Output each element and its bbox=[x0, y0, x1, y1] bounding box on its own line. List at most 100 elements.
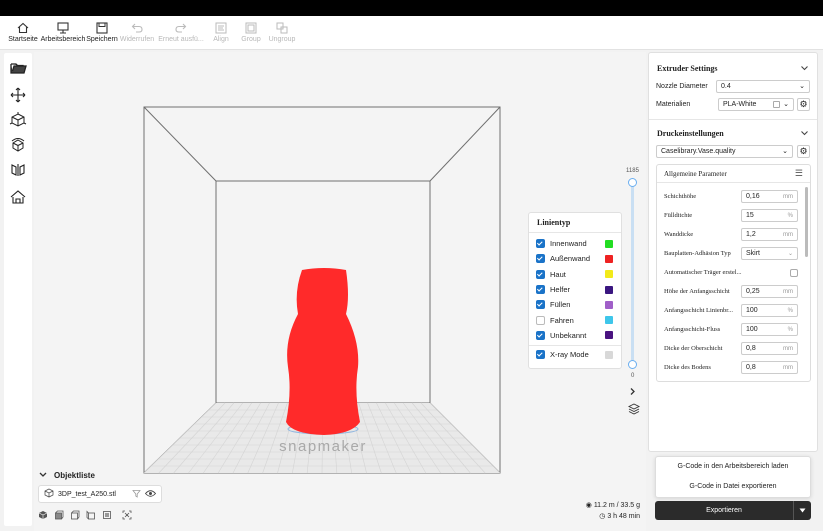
object-list-title: Objektliste bbox=[54, 470, 95, 480]
print-settings-header[interactable]: Druckeinstellungen bbox=[649, 124, 817, 142]
tool-support[interactable] bbox=[7, 187, 29, 209]
parameter-value: 0,8 bbox=[746, 364, 756, 371]
general-parameters-header[interactable]: Allgemeine Parameter ☰ bbox=[657, 165, 810, 183]
parameter-label: Höhe der Anfangsschicht bbox=[664, 288, 730, 295]
tool-open-folder[interactable] bbox=[7, 58, 29, 80]
chevron-down-icon[interactable] bbox=[38, 471, 48, 479]
legend-checkbox[interactable] bbox=[536, 269, 545, 279]
parameter-select[interactable]: Skirt ⌄ bbox=[741, 247, 798, 260]
object-list-header[interactable]: Objektliste bbox=[38, 468, 162, 482]
filter-icon[interactable] bbox=[132, 489, 141, 500]
parameter-row: Schichthöhe 0,16 mm bbox=[657, 187, 810, 206]
load-gcode-to-workspace-item[interactable]: G-Code in den Arbeitsbereich laden bbox=[656, 457, 810, 477]
toolbar-button-home[interactable]: Startseite bbox=[6, 16, 40, 50]
material-color-swatch bbox=[773, 100, 781, 108]
toolbar-button-ungroup[interactable]: Ungroup bbox=[266, 16, 298, 50]
tool-mirror[interactable] bbox=[7, 160, 29, 182]
legend-label: Außenwand bbox=[550, 254, 591, 264]
nozzle-diameter-select[interactable]: 0.4 ⌄ bbox=[716, 79, 810, 93]
parameter-input[interactable]: 0,8 mm bbox=[741, 342, 798, 355]
fit-view-icon[interactable] bbox=[122, 510, 132, 522]
legend-item[interactable]: Unbekannt bbox=[529, 328, 621, 343]
toolbar-button-save[interactable]: Speichern bbox=[86, 16, 118, 50]
legend-label: Fahren bbox=[550, 315, 574, 325]
parameter-input[interactable]: 15% bbox=[741, 209, 798, 222]
parameter-row: Wanddicke 1,2 mm bbox=[657, 225, 810, 244]
legend-item[interactable]: Füllen bbox=[529, 297, 621, 312]
legend-item[interactable]: Fahren bbox=[529, 312, 621, 327]
parameter-label: Füllditchte bbox=[664, 212, 693, 219]
parameter-value: 0,25 bbox=[746, 288, 760, 295]
group-icon bbox=[244, 21, 258, 34]
cube-iso-icon[interactable] bbox=[38, 510, 48, 522]
legend-item[interactable]: Außenwand bbox=[529, 251, 621, 266]
export-gcode-to-file-item[interactable]: G-Code in Datei exportieren bbox=[656, 477, 810, 497]
parameter-checkbox[interactable] bbox=[790, 268, 798, 277]
parameter-row: Höhe der Anfangsschicht 0,25 mm bbox=[657, 282, 810, 301]
legend-checkbox[interactable] bbox=[536, 315, 545, 325]
cube-front-icon[interactable] bbox=[54, 510, 64, 522]
object-list-item[interactable]: 3DP_test_A250.stl bbox=[38, 485, 162, 503]
extruder-settings-header[interactable]: Extruder Settings bbox=[649, 59, 817, 77]
toolbar-button-workspace[interactable]: Arbeitsbereich bbox=[40, 16, 86, 50]
legend-checkbox[interactable] bbox=[536, 254, 545, 264]
legend-item[interactable]: Helfer bbox=[529, 282, 621, 297]
parameter-value: 100 bbox=[746, 326, 758, 333]
layer-slider-upper-handle[interactable] bbox=[628, 178, 637, 187]
legend-item[interactable]: Haut bbox=[529, 267, 621, 282]
parameter-input[interactable]: 100% bbox=[741, 323, 798, 336]
xray-mode-toggle[interactable]: X-ray Mode bbox=[529, 347, 621, 362]
tool-move[interactable] bbox=[7, 85, 29, 107]
tool-scale[interactable] bbox=[7, 110, 29, 132]
cube-icon bbox=[44, 488, 54, 500]
parameter-input[interactable]: 0,25 mm bbox=[741, 285, 798, 298]
chevron-down-icon[interactable] bbox=[800, 65, 809, 72]
toolbar-button-align[interactable]: Align bbox=[206, 16, 236, 50]
export-dropdown-toggle[interactable] bbox=[793, 501, 811, 520]
material-select[interactable]: PLA-White ⌄ bbox=[718, 97, 794, 111]
export-button[interactable]: Exportieren bbox=[655, 501, 811, 520]
home-icon bbox=[16, 21, 30, 34]
tool-rotate[interactable] bbox=[7, 135, 29, 157]
parameter-label: Dicke des Bodens bbox=[664, 364, 711, 371]
legend-checkbox[interactable] bbox=[536, 239, 545, 249]
legend-item[interactable]: Innenwand bbox=[529, 236, 621, 251]
parameters-scrollbar[interactable] bbox=[805, 187, 808, 257]
toolbar-button-label: Startseite bbox=[8, 36, 38, 43]
vase-model bbox=[286, 268, 360, 435]
line-type-legend: Linientyp Innenwand Außenwand Haut Helfer Fü… bbox=[528, 212, 622, 369]
cube-right-icon[interactable] bbox=[86, 510, 96, 522]
print-profile-select[interactable]: Caselibrary.Vase.quality ⌄ bbox=[656, 144, 793, 158]
workspace-icon bbox=[56, 21, 70, 34]
profile-settings-button[interactable]: ⚙ bbox=[797, 144, 810, 158]
parameter-unit: mm bbox=[783, 364, 793, 371]
toolbar-button-group[interactable]: Group bbox=[236, 16, 266, 50]
layer-slider-lower-handle[interactable] bbox=[628, 360, 637, 369]
legend-checkbox[interactable] bbox=[536, 330, 545, 340]
parameter-label: Wanddicke bbox=[664, 231, 694, 238]
toolbar-button-undo[interactable]: Widerrufen bbox=[118, 16, 156, 50]
legend-checkbox[interactable] bbox=[536, 300, 545, 310]
parameter-input[interactable]: 0,8 mm bbox=[741, 361, 798, 374]
legend-checkbox[interactable] bbox=[536, 350, 545, 360]
parameter-value: 0,8 bbox=[746, 345, 756, 352]
layer-slider-track[interactable] bbox=[631, 182, 634, 364]
layer-slider-min-label: 0 bbox=[631, 373, 635, 379]
parameter-input[interactable]: 100% bbox=[741, 304, 798, 317]
main-toolbar: Startseite Arbeitsbereich Speichern Widerru… bbox=[0, 16, 823, 50]
cube-top-icon[interactable] bbox=[102, 510, 112, 522]
legend-color-swatch bbox=[605, 254, 613, 263]
legend-title: Linientyp bbox=[529, 213, 621, 233]
material-settings-button[interactable]: ⚙ bbox=[797, 97, 810, 111]
cube-left-icon[interactable] bbox=[70, 510, 80, 522]
menu-icon[interactable]: ☰ bbox=[795, 168, 803, 179]
parameter-input[interactable]: 1,2 mm bbox=[741, 228, 798, 241]
legend-checkbox[interactable] bbox=[536, 285, 545, 295]
toolbar-button-redo[interactable]: Erneut ausfü... bbox=[156, 16, 206, 50]
eye-icon[interactable] bbox=[144, 489, 157, 500]
layers-icon[interactable] bbox=[627, 403, 641, 417]
chevron-right-icon[interactable] bbox=[628, 387, 637, 398]
parameter-value: 0,16 bbox=[746, 193, 760, 200]
parameter-input[interactable]: 0,16 mm bbox=[741, 190, 798, 203]
chevron-down-icon[interactable] bbox=[800, 130, 809, 137]
